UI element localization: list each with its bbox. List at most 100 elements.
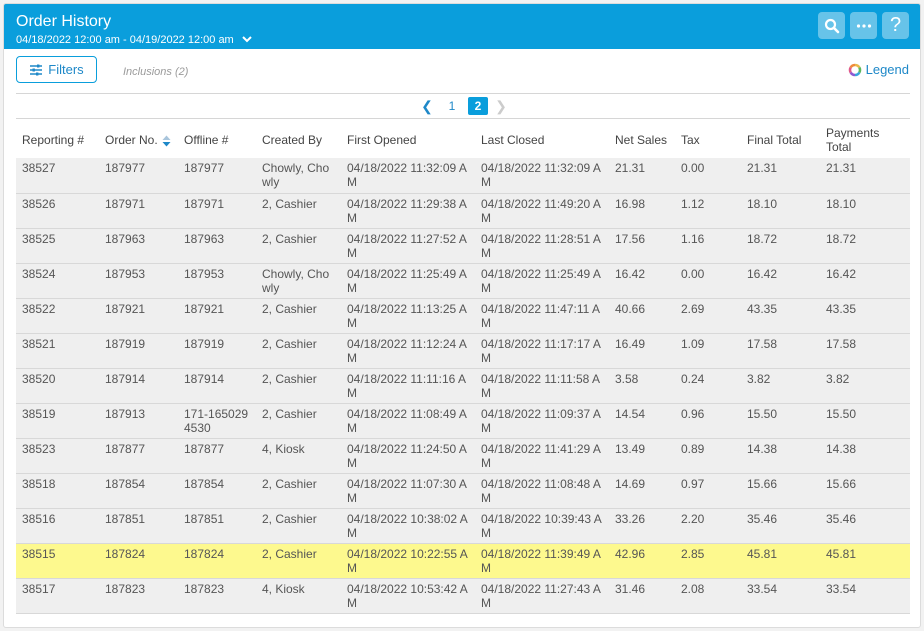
tax-cell: 1.12 <box>675 193 741 229</box>
last-closed-cell: 04/18/2022 11:28:51 AM <box>475 228 609 264</box>
page-2-button[interactable]: 2 <box>468 97 488 115</box>
created-by-cell: 2, Cashier <box>256 368 341 404</box>
net-sales-cell: 42.96 <box>609 543 675 579</box>
created-by-cell: 2, Cashier <box>256 543 341 579</box>
offline-cell: 187824 <box>178 543 256 579</box>
table-row[interactable]: 38522 187921 187921 2, Cashier 04/18/2022 11… <box>16 298 910 334</box>
tax-cell: 0.00 <box>675 263 741 299</box>
last-closed-cell: 04/18/2022 11:41:29 AM <box>475 438 609 474</box>
help-button[interactable]: ? <box>882 12 909 39</box>
table-row[interactable]: 38517 187823 187823 4, Kiosk 04/18/2022 10:5… <box>16 578 910 614</box>
reporting-cell: 38527 <box>16 158 99 194</box>
col-header-first-opened[interactable]: First Opened <box>341 122 475 158</box>
table-row[interactable]: 38521 187919 187919 2, Cashier 04/18/2022 11… <box>16 333 910 369</box>
offline-cell: 187977 <box>178 158 256 194</box>
first-opened-cell: 04/18/2022 10:22:55 AM <box>341 543 475 579</box>
last-closed-cell: 04/18/2022 11:27:43 AM <box>475 578 609 614</box>
offline-cell: 187914 <box>178 368 256 404</box>
payments-total-cell: 43.35 <box>820 298 910 334</box>
payments-total-cell: 45.81 <box>820 543 910 579</box>
col-header-net-sales[interactable]: Net Sales <box>609 122 675 158</box>
created-by-cell: Chowly, Chowly <box>256 158 341 194</box>
offline-cell: 187851 <box>178 508 256 544</box>
table-row[interactable]: 38523 187877 187877 4, Kiosk 04/18/2022 11:2… <box>16 438 910 474</box>
reporting-cell: 38519 <box>16 403 99 439</box>
first-opened-cell: 04/18/2022 11:12:24 AM <box>341 333 475 369</box>
final-total-cell: 3.82 <box>741 368 820 404</box>
net-sales-cell: 21.31 <box>609 158 675 194</box>
col-header-tax[interactable]: Tax <box>675 122 741 158</box>
search-button[interactable] <box>818 12 845 39</box>
created-by-cell: 2, Cashier <box>256 193 341 229</box>
table-row[interactable]: 38520 187914 187914 2, Cashier 04/18/2022 11… <box>16 368 910 404</box>
first-opened-cell: 04/18/2022 11:27:52 AM <box>341 228 475 264</box>
table-body: 38527 187977 187977 Chowly, Chowly 04/18/202… <box>16 158 910 614</box>
order-no-cell: 187953 <box>99 263 178 299</box>
col-header-reporting[interactable]: Reporting # <box>16 122 99 158</box>
reporting-cell: 38517 <box>16 578 99 614</box>
reporting-cell: 38521 <box>16 333 99 369</box>
payments-total-cell: 16.42 <box>820 263 910 299</box>
col-header-last-closed[interactable]: Last Closed <box>475 122 609 158</box>
final-total-cell: 18.10 <box>741 193 820 229</box>
tax-cell: 1.09 <box>675 333 741 369</box>
net-sales-cell: 14.54 <box>609 403 675 439</box>
col-header-offline[interactable]: Offline # <box>178 122 256 158</box>
more-options-button[interactable] <box>850 12 877 39</box>
inclusions-link[interactable]: Inclusions (2) <box>123 66 188 78</box>
table-row[interactable]: 38518 187854 187854 2, Cashier 04/18/2022 11… <box>16 473 910 509</box>
table-row[interactable]: 38516 187851 187851 2, Cashier 04/18/2022 10… <box>16 508 910 544</box>
payments-total-cell: 15.50 <box>820 403 910 439</box>
created-by-cell: 2, Cashier <box>256 508 341 544</box>
table-row[interactable]: 38519 187913 171-1650294530 2, Cashier 04/18… <box>16 403 910 439</box>
reporting-cell: 38516 <box>16 508 99 544</box>
page-1-button[interactable]: 1 <box>442 97 462 115</box>
offline-cell: 187963 <box>178 228 256 264</box>
sort-icon[interactable] <box>162 135 171 147</box>
more-icon <box>856 23 871 28</box>
filters-label: Filters <box>48 62 84 77</box>
order-no-cell: 187977 <box>99 158 178 194</box>
last-closed-cell: 04/18/2022 11:32:09 AM <box>475 158 609 194</box>
created-by-cell: 4, Kiosk <box>256 438 341 474</box>
reporting-cell: 38522 <box>16 298 99 334</box>
col-header-order-no[interactable]: Order No. <box>99 122 178 158</box>
date-range-selector[interactable]: 04/18/2022 12:00 am - 04/19/2022 12:00 a… <box>16 34 234 46</box>
table-row[interactable]: 38524 187953 187953 Chowly, Chowly 04/18/202… <box>16 263 910 299</box>
last-closed-cell: 04/18/2022 11:39:49 AM <box>475 543 609 579</box>
table-row[interactable]: 38526 187971 187971 2, Cashier 04/18/2022 11… <box>16 193 910 229</box>
order-no-cell: 187877 <box>99 438 178 474</box>
payments-total-cell: 33.54 <box>820 578 910 614</box>
col-header-final-total[interactable]: Final Total <box>741 122 820 158</box>
divider <box>16 93 910 94</box>
offline-cell: 187877 <box>178 438 256 474</box>
final-total-cell: 15.66 <box>741 473 820 509</box>
order-no-cell: 187971 <box>99 193 178 229</box>
table-row[interactable]: 38527 187977 187977 Chowly, Chowly 04/18/202… <box>16 158 910 194</box>
payments-total-cell: 18.72 <box>820 228 910 264</box>
order-no-cell: 187914 <box>99 368 178 404</box>
prev-page-button[interactable]: ❮ <box>418 98 436 115</box>
filters-button[interactable]: Filters <box>16 56 97 83</box>
payments-total-cell: 21.31 <box>820 158 910 194</box>
net-sales-cell: 17.56 <box>609 228 675 264</box>
chevron-down-icon[interactable] <box>241 34 253 44</box>
order-table: Reporting # Order No. Offline # Created … <box>16 122 910 614</box>
col-header-payments-total[interactable]: Payments Total <box>820 122 910 158</box>
tax-cell: 0.89 <box>675 438 741 474</box>
next-page-button[interactable]: ❯ <box>492 98 510 115</box>
tax-cell: 1.16 <box>675 228 741 264</box>
col-header-created-by[interactable]: Created By <box>256 122 341 158</box>
net-sales-cell: 3.58 <box>609 368 675 404</box>
tax-cell: 2.20 <box>675 508 741 544</box>
table-row[interactable]: 38515 187824 187824 2, Cashier 04/18/2022 10… <box>16 543 910 579</box>
last-closed-cell: 04/18/2022 10:39:43 AM <box>475 508 609 544</box>
created-by-cell: 2, Cashier <box>256 333 341 369</box>
legend-button[interactable]: Legend <box>848 62 909 77</box>
offline-cell: 187971 <box>178 193 256 229</box>
table-row[interactable]: 38525 187963 187963 2, Cashier 04/18/2022 11… <box>16 228 910 264</box>
last-closed-cell: 04/18/2022 11:47:11 AM <box>475 298 609 334</box>
payments-total-cell: 14.38 <box>820 438 910 474</box>
tax-cell: 2.69 <box>675 298 741 334</box>
page-title: Order History <box>16 13 112 30</box>
